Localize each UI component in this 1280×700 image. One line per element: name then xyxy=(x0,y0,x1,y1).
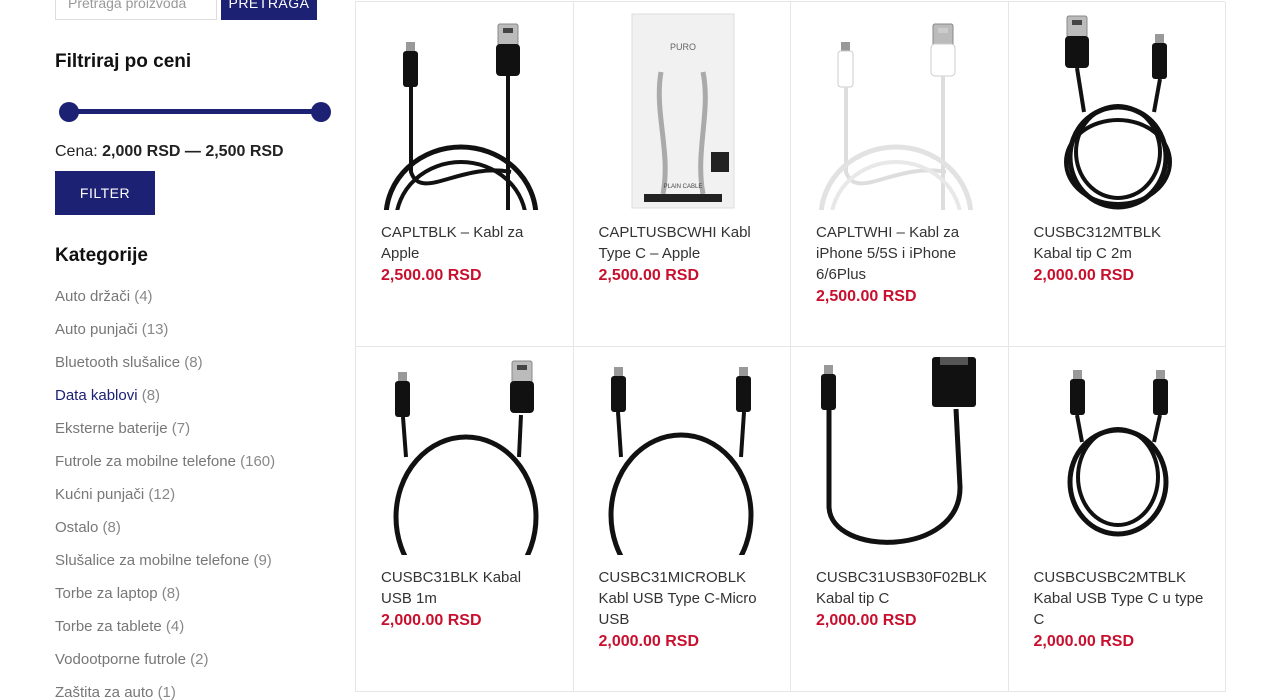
product-price: 2,500.00 RSD xyxy=(381,267,482,284)
price-range-label: Cena: 2,000 RSD — 2,500 RSD xyxy=(55,143,284,161)
category-item: Futrole za mobilne telefone (160) xyxy=(55,453,275,486)
product-card[interactable]: CAPLTWHI – Kabl za iPhone 5/5S i iPhone … xyxy=(791,2,1009,347)
price-separator: — xyxy=(184,143,201,160)
category-link[interactable]: Ostalo xyxy=(55,519,98,536)
search-input[interactable] xyxy=(55,0,217,20)
category-count: (8) xyxy=(102,519,121,536)
slider-max-handle[interactable] xyxy=(311,102,331,122)
price-max-value: 2,500 RSD xyxy=(205,143,284,160)
category-link[interactable]: Data kablovi xyxy=(55,387,138,404)
price-filter-title: Filtriraj po ceni xyxy=(55,51,192,72)
category-count: (4) xyxy=(134,288,153,305)
category-link[interactable]: Bluetooth slušalice xyxy=(55,354,180,371)
product-image[interactable] xyxy=(599,357,766,555)
product-card[interactable]: CUSBC31MICROBLK Kabl USB Type C-Micro US… xyxy=(573,347,791,692)
category-count: (1) xyxy=(157,684,176,700)
category-item: Torbe za tablete (4) xyxy=(55,618,275,651)
category-item: Torbe za laptop (8) xyxy=(55,585,275,618)
category-item: Bluetooth slušalice (8) xyxy=(55,354,275,387)
filter-button[interactable]: FILTER xyxy=(55,171,155,215)
category-item: Slušalice za mobilne telefone (9) xyxy=(55,552,275,585)
product-title[interactable]: CUSBC31BLK Kabal USB 1m xyxy=(381,567,551,609)
category-item: Data kablovi (8) xyxy=(55,387,275,420)
product-image[interactable] xyxy=(381,357,548,555)
category-link[interactable]: Auto punjači xyxy=(55,321,138,338)
category-count: (8) xyxy=(141,387,161,404)
category-count: (8) xyxy=(184,354,203,371)
price-prefix: Cena: xyxy=(55,143,98,160)
product-title[interactable]: CUSBCUSBC2MTBLK Kabal USB Type C u type … xyxy=(1034,567,1204,630)
product-image[interactable]: PURO PLAIN CABLE xyxy=(599,12,766,210)
category-item: Vodootporne futrole (2) xyxy=(55,651,275,684)
product-card[interactable]: CUSBC31BLK Kabal USB 1m 2,000.00 RSD xyxy=(356,347,574,692)
slider-min-handle[interactable] xyxy=(59,102,79,122)
product-card[interactable]: PURO PLAIN CABLE CAPLTUSBCWHI Kabl Type … xyxy=(573,2,791,347)
product-title[interactable]: CUSBC312MTBLK Kabal tip C 2m xyxy=(1034,222,1204,264)
category-item: Auto držači (4) xyxy=(55,288,275,321)
category-item: Ostalo (8) xyxy=(55,519,275,552)
product-title[interactable]: CAPLTUSBCWHI Kabl Type C – Apple xyxy=(599,222,769,264)
svg-text:PLAIN CABLE: PLAIN CABLE xyxy=(663,184,702,190)
product-image[interactable] xyxy=(1034,12,1201,210)
slider-track xyxy=(67,109,323,114)
category-list: Auto držači (4) Auto punjači (13) Bluetoot… xyxy=(55,288,275,700)
category-link[interactable]: Eksterne baterije xyxy=(55,420,168,437)
categories-title: Kategorije xyxy=(55,245,148,266)
product-price: 2,000.00 RSD xyxy=(1033,633,1135,650)
category-link[interactable]: Kućni punjači xyxy=(55,486,144,503)
product-title[interactable]: CUSBC31USB30F02BLK Kabal tip C xyxy=(816,567,987,609)
category-link[interactable]: Vodootporne futrole xyxy=(55,651,186,668)
product-image[interactable] xyxy=(816,12,983,210)
product-card[interactable]: CUSBC312MTBLK Kabal tip C 2m 2,000.00 RSD xyxy=(1008,2,1226,347)
category-item: Kućni punjači (12) xyxy=(55,486,275,519)
category-count: (9) xyxy=(253,552,272,569)
product-title[interactable]: CAPLTBLK – Kabl za Apple xyxy=(381,222,551,264)
category-link[interactable]: Zaštita za auto xyxy=(55,684,153,700)
category-item: Zaštita za auto (1) xyxy=(55,684,275,700)
product-card[interactable]: CAPLTBLK – Kabl za Apple 2,500.00 RSD xyxy=(356,2,574,347)
product-price: 2,500.00 RSD xyxy=(816,288,917,305)
category-item: Eksterne baterije (7) xyxy=(55,420,275,453)
product-price: 2,500.00 RSD xyxy=(598,267,700,284)
product-card[interactable]: CUSBC31USB30F02BLK Kabal tip C 2,000.00 R… xyxy=(791,347,1009,692)
category-count: (12) xyxy=(148,486,176,503)
product-title[interactable]: CUSBC31MICROBLK Kabl USB Type C-Micro US… xyxy=(599,567,769,630)
svg-text:PURO: PURO xyxy=(669,42,695,52)
price-range-slider[interactable] xyxy=(59,101,331,123)
product-price: 2,000.00 RSD xyxy=(381,612,482,629)
product-image[interactable] xyxy=(381,12,548,210)
product-image[interactable] xyxy=(816,357,983,555)
category-link[interactable]: Auto držači xyxy=(55,288,130,305)
category-count: (8) xyxy=(161,585,181,602)
product-price: 2,000.00 RSD xyxy=(1033,267,1135,284)
category-link[interactable]: Torbe za tablete xyxy=(55,618,162,635)
category-count: (7) xyxy=(171,420,191,437)
product-card[interactable]: CUSBCUSBC2MTBLK Kabal USB Type C u type … xyxy=(1008,347,1226,692)
category-count: (13) xyxy=(141,321,169,338)
category-link[interactable]: Torbe za laptop xyxy=(55,585,158,602)
search-button[interactable]: PRETRAGA xyxy=(221,0,317,20)
price-min-value: 2,000 RSD xyxy=(102,143,181,160)
category-link[interactable]: Slušalice za mobilne telefone xyxy=(55,552,249,569)
category-count: (2) xyxy=(190,651,209,668)
product-search: PRETRAGA xyxy=(55,0,317,20)
category-count: (4) xyxy=(165,618,185,635)
category-count: (160) xyxy=(240,453,276,470)
product-grid: CAPLTBLK – Kabl za Apple 2,500.00 RSD PUR… xyxy=(355,1,1226,692)
product-image[interactable] xyxy=(1034,357,1201,555)
product-price: 2,000.00 RSD xyxy=(816,612,917,629)
category-item: Auto punjači (13) xyxy=(55,321,275,354)
product-title[interactable]: CAPLTWHI – Kabl za iPhone 5/5S i iPhone … xyxy=(816,222,986,285)
product-price: 2,000.00 RSD xyxy=(598,633,700,650)
category-link[interactable]: Futrole za mobilne telefone xyxy=(55,453,236,470)
